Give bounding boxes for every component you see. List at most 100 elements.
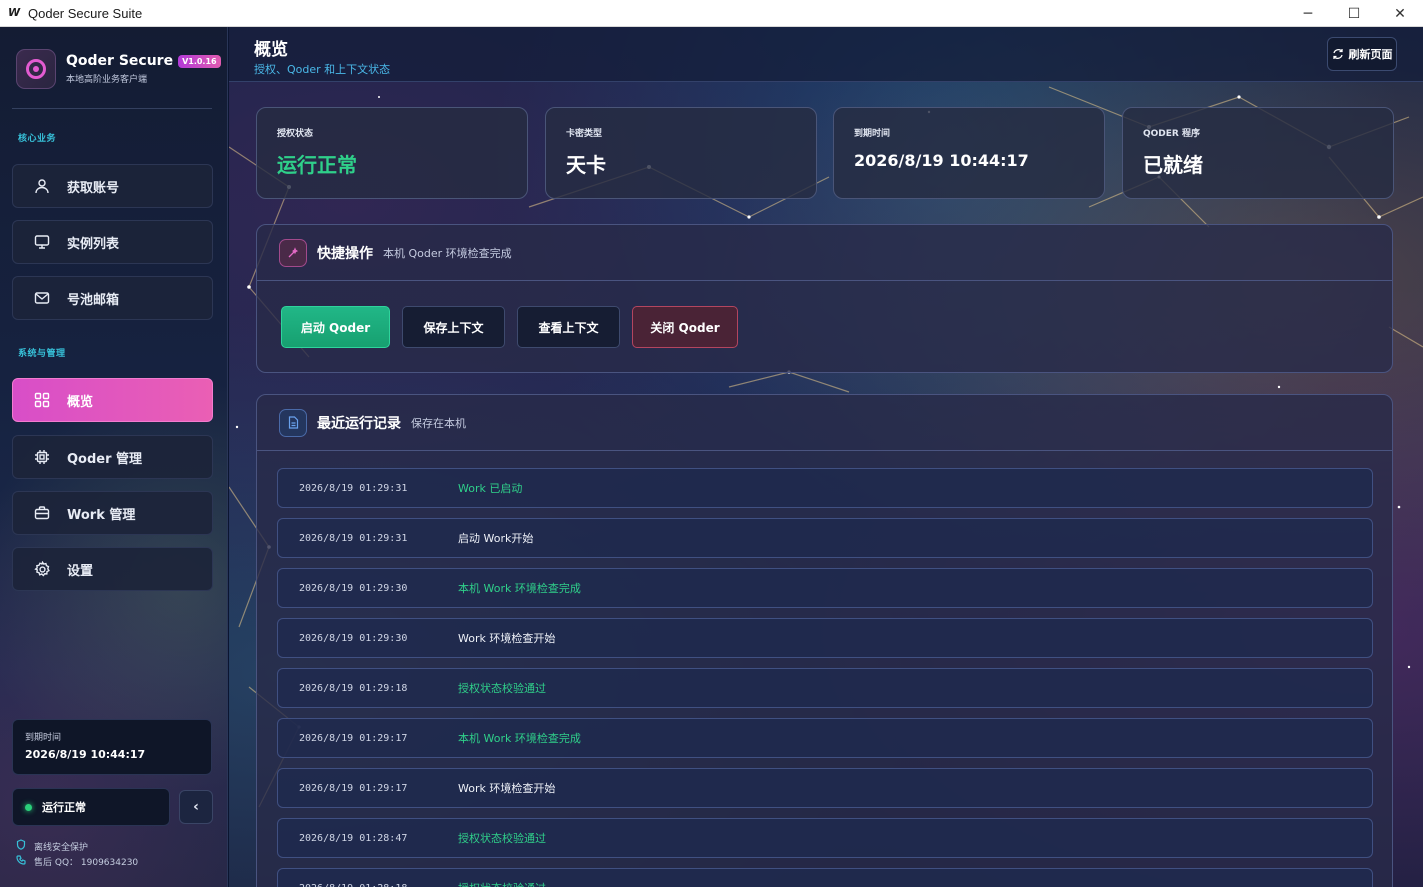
log-row: 2026/8/19 01:29:31 Work 已启动 [277, 468, 1373, 508]
log-time: 2026/8/19 01:28:47 [299, 832, 408, 844]
wand-icon [279, 238, 307, 267]
sidebar-item-label: 设置 [67, 563, 94, 579]
gear-icon [33, 560, 51, 578]
view-context-button[interactable]: 查看上下文 [517, 306, 620, 348]
stat-label: QODER 程序 [1143, 129, 1200, 139]
log-row: 2026/8/19 01:28:47 授权状态校验通过 [277, 818, 1373, 858]
sidebar-item-overview[interactable]: 概览 [12, 378, 213, 422]
log-time: 2026/8/19 01:29:30 [299, 582, 408, 594]
maximize-button[interactable]: ☐ [1331, 0, 1377, 27]
quick-actions-panel: 快捷操作 本机 Qoder 环境检查完成 启动 Qoder 保存上下文 查看上下… [256, 224, 1393, 373]
sidebar-item-label: 获取账号 [67, 180, 120, 196]
monitor-icon [33, 233, 51, 251]
log-message: 本机 Work 环境检查完成 [458, 732, 581, 745]
brand-name: Qoder Secure [66, 53, 174, 69]
app-logo-icon: W [8, 6, 21, 19]
minimize-button[interactable]: ─ [1285, 0, 1331, 27]
page-title: 概览 [254, 40, 288, 60]
refresh-icon [1332, 49, 1343, 59]
close-qoder-button[interactable]: 关闭 Qoder [632, 306, 738, 348]
footer-support-text: 售后 QQ： 1909634230 [34, 858, 139, 868]
log-row: 2026/8/19 01:29:31 启动 Work开始 [277, 518, 1373, 558]
log-time: 2026/8/19 01:29:18 [299, 682, 408, 694]
log-message: 授权状态校验通过 [458, 832, 546, 845]
start-qoder-button[interactable]: 启动 Qoder [281, 306, 390, 348]
close-window-button[interactable]: ✕ [1377, 0, 1423, 27]
phone-icon [16, 855, 28, 868]
sidebar-item-label: Qoder 管理 [67, 451, 143, 467]
footer-support: 售后 QQ： 1909634230 [16, 855, 138, 868]
log-time: 2026/8/19 01:29:17 [299, 732, 408, 744]
panel-header: 最近运行记录 保存在本机 [257, 395, 1392, 451]
stat-label: 到期时间 [854, 129, 891, 139]
grid-icon [33, 391, 51, 409]
window-controls: ─ ☐ ✕ [1285, 0, 1423, 27]
sidebar-item-label: 号池邮箱 [67, 292, 120, 308]
refresh-label: 刷新页面 [1348, 48, 1393, 61]
panel-title: 最近运行记录 [317, 415, 401, 432]
sidebar-item-qoder-manage[interactable]: Qoder 管理 [12, 435, 213, 479]
sidebar-item-get-account[interactable]: 获取账号 [12, 164, 213, 208]
stat-value: 天卡 [566, 153, 606, 177]
brand-subtitle: 本地高阶业务客户端 [66, 75, 148, 85]
sidebar-item-label: Work 管理 [67, 507, 136, 523]
sidebar-item-label: 实例列表 [67, 236, 120, 252]
mail-icon [33, 289, 51, 307]
status-indicator: 运行正常 [12, 788, 170, 826]
stat-label: 授权状态 [277, 129, 314, 139]
log-message: Work 环境检查开始 [458, 782, 556, 795]
log-message: 授权状态校验通过 [458, 880, 546, 887]
stat-card-auth: 授权状态 运行正常 [256, 107, 528, 199]
log-row: 2026/8/19 01:29:18 授权状态校验通过 [277, 668, 1373, 708]
panel-header: 快捷操作 本机 Qoder 环境检查完成 [257, 225, 1392, 281]
section-core-label: 核心业务 [18, 134, 57, 144]
status-dot-icon [25, 803, 32, 811]
brand-name-row: Qoder Secure V1.0.16 [66, 53, 221, 69]
log-time: 2026/8/19 01:29:31 [299, 482, 408, 494]
page-subtitle: 授权、Qoder 和上下文状态 [254, 63, 391, 76]
sidebar: Qoder Secure V1.0.16 本地高阶业务客户端 核心业务 获取账号… [0, 27, 228, 887]
sidebar-item-settings[interactable]: 设置 [12, 547, 213, 591]
stat-card-card-type: 卡密类型 天卡 [545, 107, 817, 199]
stat-card-qoder-program: QODER 程序 已就绪 [1122, 107, 1394, 199]
collapse-sidebar-button[interactable]: ‹ [179, 790, 213, 824]
sidebar-item-label: 概览 [67, 394, 94, 410]
log-row: 2026/8/19 01:28:18 授权状态校验通过 [277, 868, 1373, 887]
window-titlebar: W Qoder Secure Suite ─ ☐ ✕ [0, 0, 1423, 27]
main-content: 概览 授权、Qoder 和上下文状态 刷新页面 授权状态 运行正常 卡密类型 天… [229, 27, 1423, 887]
footer-protect-text: 离线安全保护 [34, 842, 89, 853]
version-badge: V1.0.16 [178, 54, 221, 68]
log-time: 2026/8/19 01:29:30 [299, 632, 408, 644]
sidebar-divider [12, 108, 212, 109]
expiry-label: 到期时间 [25, 733, 62, 743]
page-header: 概览 授权、Qoder 和上下文状态 刷新页面 [229, 27, 1423, 82]
log-row: 2026/8/19 01:29:30 本机 Work 环境检查完成 [277, 568, 1373, 608]
window-title: Qoder Secure Suite [28, 5, 143, 21]
user-icon [33, 177, 51, 195]
briefcase-icon [33, 504, 51, 522]
shield-icon [16, 839, 28, 853]
log-message: 授权状态校验通过 [458, 682, 546, 695]
sidebar-item-mail-pool[interactable]: 号池邮箱 [12, 276, 213, 320]
log-message: 本机 Work 环境检查完成 [458, 582, 581, 595]
log-message: 启动 Work开始 [458, 532, 534, 545]
chip-icon [33, 448, 51, 466]
chevron-left-icon: ‹ [193, 799, 199, 815]
sidebar-item-work-manage[interactable]: Work 管理 [12, 491, 213, 535]
log-message: Work 已启动 [458, 482, 523, 495]
panel-note: 保存在本机 [411, 416, 466, 430]
log-row: 2026/8/19 01:29:17 Work 环境检查开始 [277, 768, 1373, 808]
save-context-button[interactable]: 保存上下文 [402, 306, 505, 348]
log-time: 2026/8/19 01:29:31 [299, 532, 408, 544]
brand-logo-icon [16, 49, 56, 89]
refresh-page-button[interactable]: 刷新页面 [1327, 37, 1397, 71]
expiry-box: 到期时间 2026/8/19 10:44:17 [12, 719, 212, 775]
stat-value: 已就绪 [1143, 153, 1203, 177]
log-message: Work 环境检查开始 [458, 632, 556, 645]
sidebar-item-instances[interactable]: 实例列表 [12, 220, 213, 264]
footer-protect: 离线安全保护 [16, 839, 88, 853]
stat-value: 2026/8/19 10:44:17 [854, 151, 1029, 170]
stat-value: 运行正常 [277, 153, 357, 177]
log-time: 2026/8/19 01:29:17 [299, 782, 408, 794]
expiry-value: 2026/8/19 10:44:17 [25, 748, 146, 761]
